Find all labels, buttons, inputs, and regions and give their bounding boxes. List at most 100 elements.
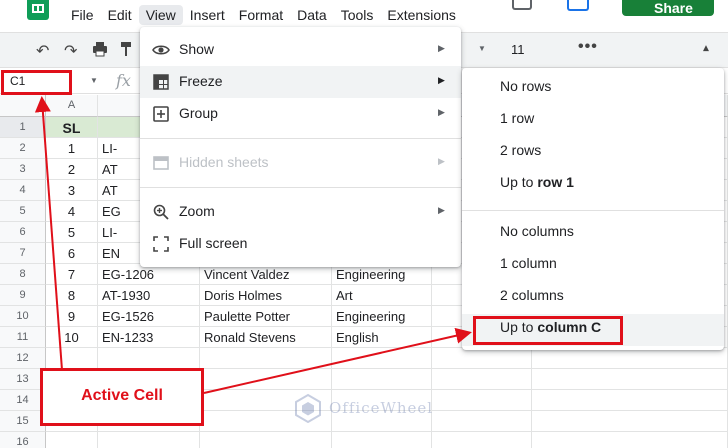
- menu-item-freeze[interactable]: Freeze ▶: [140, 66, 461, 98]
- cell-d11[interactable]: English: [332, 327, 432, 348]
- menu-item-zoom[interactable]: Zoom ▶: [140, 196, 461, 228]
- cell-c9[interactable]: Doris Holmes: [200, 285, 332, 306]
- cell-a6[interactable]: 5: [46, 222, 98, 243]
- watermark-text: OfficeWheel: [329, 399, 434, 417]
- cell-f12[interactable]: [532, 348, 728, 369]
- cell-a10[interactable]: 9: [46, 306, 98, 327]
- undo-icon[interactable]: ↶: [36, 41, 49, 61]
- cell-a2[interactable]: 1: [46, 138, 98, 159]
- row-header-9[interactable]: 9: [0, 285, 46, 306]
- present-icon[interactable]: [567, 0, 589, 11]
- cell-e13[interactable]: [432, 369, 532, 390]
- paint-format-icon[interactable]: [121, 41, 131, 62]
- cell-c11[interactable]: Ronald Stevens: [200, 327, 332, 348]
- menu-insert[interactable]: Insert: [183, 5, 232, 25]
- row-header-12[interactable]: 12: [0, 348, 46, 369]
- cell-c8[interactable]: Vincent Valdez: [200, 264, 332, 285]
- menu-file[interactable]: File: [64, 5, 101, 25]
- sheets-logo-icon[interactable]: [27, 0, 49, 20]
- print-icon[interactable]: [92, 41, 108, 62]
- cell-c12[interactable]: [200, 348, 332, 369]
- cell-b11[interactable]: EN-1233: [98, 327, 200, 348]
- cell-e14[interactable]: [432, 390, 532, 411]
- row-header-16[interactable]: 16: [0, 432, 46, 448]
- row-header-5[interactable]: 5: [0, 201, 46, 222]
- cell-a12[interactable]: [46, 348, 98, 369]
- row-header-2[interactable]: 2: [0, 138, 46, 159]
- menu-data[interactable]: Data: [290, 5, 334, 25]
- cell-c10[interactable]: Paulette Potter: [200, 306, 332, 327]
- menu-item-full-screen[interactable]: Full screen: [140, 228, 461, 260]
- freeze-no-rows[interactable]: No rows: [462, 73, 724, 105]
- freeze-1-column[interactable]: 1 column: [462, 250, 724, 282]
- cell-d12[interactable]: [332, 348, 432, 369]
- row-header-11[interactable]: 11: [0, 327, 46, 348]
- menu-view[interactable]: View: [138, 5, 183, 25]
- cell-b9[interactable]: AT-1930: [98, 285, 200, 306]
- cell-b10[interactable]: EG-1526: [98, 306, 200, 327]
- cell-d10[interactable]: Engineering: [332, 306, 432, 327]
- cell-b8[interactable]: EG-1206: [98, 264, 200, 285]
- active-cell-callout: Active Cell: [40, 368, 204, 426]
- menu-item-full-screen-label: Full screen: [179, 235, 248, 251]
- select-all-corner[interactable]: [0, 95, 46, 117]
- share-button[interactable]: Share: [622, 0, 714, 16]
- cell-a4[interactable]: 3: [46, 180, 98, 201]
- font-dropdown-arrow-icon[interactable]: ▼: [478, 44, 486, 53]
- plus-box-icon: [152, 105, 170, 123]
- cell-c13[interactable]: [200, 369, 332, 390]
- row-header-3[interactable]: 3: [0, 159, 46, 180]
- cell-a7[interactable]: 6: [46, 243, 98, 264]
- fx-icon: fx: [116, 71, 131, 90]
- row-header-7[interactable]: 7: [0, 243, 46, 264]
- column-header-a[interactable]: A: [46, 95, 98, 117]
- redo-icon[interactable]: ↷: [64, 41, 77, 61]
- submenu-arrow-icon: ▶: [438, 75, 445, 85]
- menu-item-show[interactable]: Show ▶: [140, 34, 461, 66]
- cell-e16[interactable]: [432, 432, 532, 448]
- cell-b12[interactable]: [98, 348, 200, 369]
- cell-e15[interactable]: [432, 411, 532, 432]
- cell-d13[interactable]: [332, 369, 432, 390]
- freeze-up-to-row-target: row 1: [537, 174, 574, 190]
- row-header-10[interactable]: 10: [0, 306, 46, 327]
- cell-a1[interactable]: SL: [46, 117, 98, 138]
- font-size-input[interactable]: 11: [503, 40, 555, 62]
- cell-f16[interactable]: [532, 432, 728, 448]
- menu-item-hidden-sheets[interactable]: Hidden sheets ▶: [140, 147, 461, 179]
- collapse-toolbar-icon[interactable]: ▾: [703, 42, 709, 56]
- cell-a11[interactable]: 10: [46, 327, 98, 348]
- menu-item-group[interactable]: Group ▶: [140, 98, 461, 130]
- cell-d8[interactable]: Engineering: [332, 264, 432, 285]
- menu-extensions[interactable]: Extensions: [380, 5, 462, 25]
- freeze-2-columns[interactable]: 2 columns: [462, 282, 724, 314]
- more-icon[interactable]: •••: [578, 38, 598, 56]
- freeze-2-rows[interactable]: 2 rows: [462, 137, 724, 169]
- freeze-up-to-row[interactable]: Up to row 1: [462, 169, 724, 201]
- cell-a8[interactable]: 7: [46, 264, 98, 285]
- row-header-4[interactable]: 4: [0, 180, 46, 201]
- cell-d16[interactable]: [332, 432, 432, 448]
- cell-a5[interactable]: 4: [46, 201, 98, 222]
- freeze-1-row[interactable]: 1 row: [462, 105, 724, 137]
- cell-e12[interactable]: [432, 348, 532, 369]
- cell-f13[interactable]: [532, 369, 728, 390]
- name-box-dropdown-icon[interactable]: ▼: [90, 76, 98, 85]
- cell-d9[interactable]: Art: [332, 285, 432, 306]
- cell-a3[interactable]: 2: [46, 159, 98, 180]
- cell-b16[interactable]: [98, 432, 200, 448]
- menu-edit[interactable]: Edit: [101, 5, 139, 25]
- menu-item-show-label: Show: [179, 41, 215, 57]
- freeze-no-columns[interactable]: No columns: [462, 218, 724, 250]
- cell-a16[interactable]: [46, 432, 98, 448]
- menu-format[interactable]: Format: [232, 5, 290, 25]
- cell-f14[interactable]: [532, 390, 728, 411]
- row-header-1[interactable]: 1: [0, 117, 46, 138]
- row-header-6[interactable]: 6: [0, 222, 46, 243]
- cell-c16[interactable]: [200, 432, 332, 448]
- row-header-8[interactable]: 8: [0, 264, 46, 285]
- cell-f15[interactable]: [532, 411, 728, 432]
- comment-history-icon[interactable]: [512, 0, 532, 10]
- cell-a9[interactable]: 8: [46, 285, 98, 306]
- menu-tools[interactable]: Tools: [334, 5, 381, 25]
